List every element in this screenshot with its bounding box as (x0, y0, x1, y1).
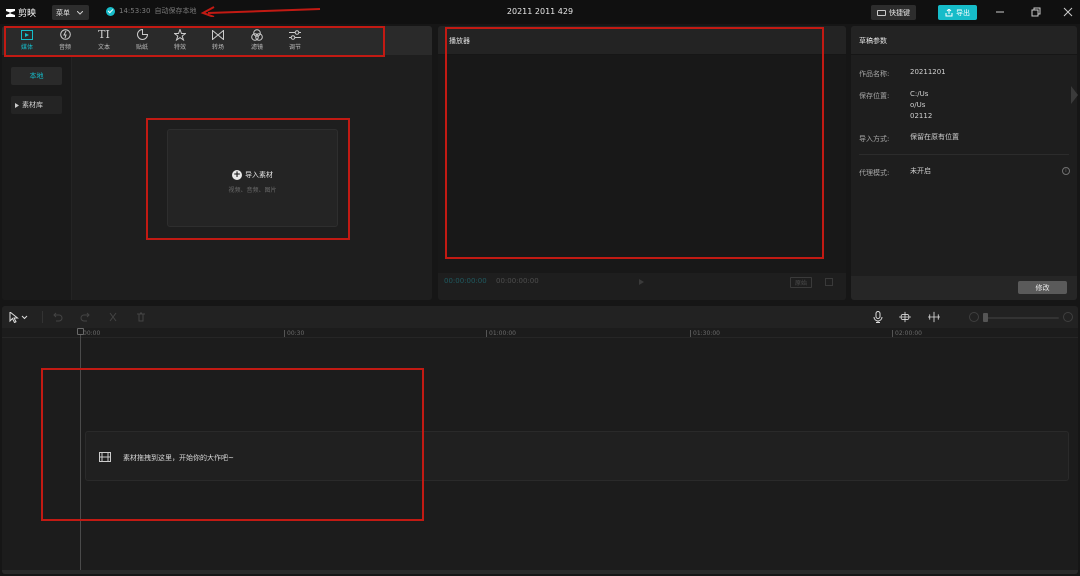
app-name: 剪映 (18, 8, 37, 19)
params-title: 草稿参数 (859, 37, 887, 45)
play-icon[interactable] (639, 279, 644, 285)
draft-params-panel: 草稿参数 作品名称: 20211201 保存位置: C:/Us o/Us 021… (851, 26, 1077, 300)
annotation-box-timeline (41, 368, 424, 521)
snap-icon[interactable] (899, 311, 911, 323)
menu-button[interactable]: 菜单 (52, 5, 89, 20)
zoom-out-icon[interactable] (969, 312, 979, 322)
chevron-down-icon (77, 10, 83, 15)
annotation-box-import (146, 118, 350, 240)
timeline-toolbar (2, 306, 1078, 328)
timeline-scrollbar[interactable] (2, 570, 1078, 574)
ruler-tick: 02:00:00 (892, 330, 922, 337)
annotation-box-toolbar (4, 26, 385, 57)
redo-icon[interactable] (79, 311, 91, 323)
caret-right-icon (15, 102, 19, 108)
import-mode-label: 导入方式: (859, 135, 890, 143)
params-header: 草稿参数 (851, 26, 1077, 55)
shortcut-button[interactable]: 快捷键 (871, 5, 916, 20)
zoom-slider[interactable] (987, 317, 1059, 319)
zoom-in-icon[interactable] (1063, 312, 1073, 322)
export-label: 导出 (956, 8, 970, 17)
sidebar-item-library-label: 素材库 (22, 101, 43, 109)
keyboard-icon (877, 9, 886, 16)
proxy-mode-value: 未开启 (910, 167, 931, 175)
save-path-line-3: 02112 (910, 112, 933, 120)
undo-icon[interactable] (52, 311, 64, 323)
info-icon[interactable]: i (1062, 167, 1070, 175)
menu-label: 菜单 (56, 8, 70, 17)
app-logo: 剪映 (5, 5, 36, 19)
toolbar-separator (42, 311, 43, 323)
export-button[interactable]: 导出 (938, 5, 977, 20)
link-icon[interactable] (928, 311, 940, 323)
microphone-icon[interactable] (872, 311, 884, 323)
proxy-mode-label: 代理模式: (859, 169, 890, 177)
save-path-line-2: o/Us (910, 101, 926, 109)
export-icon (945, 8, 953, 16)
restore-icon[interactable] (1029, 5, 1043, 19)
select-tool-icon[interactable] (8, 311, 30, 323)
ratio-button[interactable]: 原始 (790, 277, 812, 288)
annotation-box-player (445, 27, 824, 259)
save-path-line-1: C:/Us (910, 90, 929, 98)
ruler-tick: 00:30 (284, 330, 304, 337)
params-divider (859, 154, 1069, 155)
autosave-time: 14:53:30 (119, 7, 151, 15)
sidebar-item-library[interactable]: 素材库 (11, 96, 62, 114)
playhead-handle[interactable] (77, 328, 84, 335)
project-name-value: 20211201 (910, 68, 946, 76)
minimize-icon[interactable] (993, 5, 1007, 19)
current-timecode: 00:00:00:00 (444, 277, 487, 285)
close-icon[interactable] (1061, 5, 1075, 19)
ruler-tick: 01:30:00 (690, 330, 720, 337)
timeline-ruler[interactable]: 00:00 00:30 01:00:00 01:30:00 02:00:00 (2, 328, 1078, 338)
check-circle-icon (106, 6, 115, 16)
media-sidebar: 本地 素材库 (2, 55, 72, 300)
annotation-arrow-icon (200, 6, 321, 17)
save-path-label: 保存位置: (859, 92, 890, 100)
fullscreen-icon[interactable] (825, 278, 833, 286)
ruler-tick: 01:00:00 (486, 330, 516, 337)
zoom-slider-handle[interactable] (983, 313, 988, 322)
title-bar: 剪映 菜单 14:53:30 自动保存本地 20211 2011 429 快捷键… (0, 0, 1080, 24)
capcut-logo-icon (6, 8, 15, 17)
sidebar-item-local[interactable]: 本地 (11, 67, 62, 85)
import-mode-value: 保留在原有位置 (910, 133, 959, 141)
project-name-label: 作品名称: (859, 70, 890, 78)
panel-expand-icon[interactable] (1071, 86, 1078, 104)
total-timecode: 00:00:00:00 (496, 277, 539, 285)
modify-button[interactable]: 修改 (1018, 281, 1067, 294)
delete-icon[interactable] (135, 311, 147, 323)
project-title: 20211 2011 429 (506, 7, 574, 16)
autosave-status: 14:53:30 自动保存本地 (106, 6, 196, 16)
shortcut-label: 快捷键 (889, 8, 910, 17)
autosave-text: 自动保存本地 (154, 7, 197, 15)
split-icon[interactable] (107, 311, 119, 323)
